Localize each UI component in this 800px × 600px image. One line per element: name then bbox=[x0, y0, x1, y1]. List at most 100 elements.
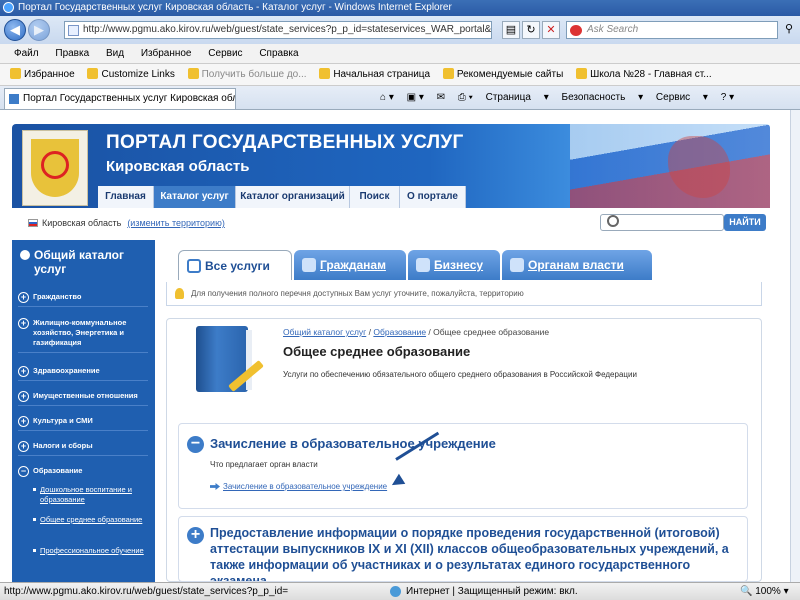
sidebar-item-culture[interactable]: + Культура и СМИ bbox=[18, 416, 148, 431]
site-subtitle: Кировская область bbox=[106, 158, 250, 175]
page-icon bbox=[9, 94, 19, 104]
browser-tab[interactable]: Портал Государственных услуг Кировская о… bbox=[4, 88, 236, 109]
find-button[interactable]: НАЙТИ bbox=[724, 214, 766, 231]
breadcrumb-catalog[interactable]: Общий каталог услуг bbox=[283, 327, 366, 337]
menu-help[interactable]: Справка bbox=[259, 48, 298, 59]
back-button[interactable]: ◀ bbox=[4, 19, 26, 41]
link-icon bbox=[442, 68, 454, 79]
forward-button[interactable]: ▶ bbox=[28, 19, 50, 41]
search-icon[interactable]: ⚲ bbox=[780, 21, 798, 39]
link-icon bbox=[87, 68, 99, 79]
region-name: Кировская область bbox=[42, 218, 122, 228]
sidebar-subitem-secondary[interactable]: Общее среднее образование bbox=[33, 515, 150, 525]
tab-business[interactable]: Бизнесу bbox=[408, 250, 500, 280]
bullet-icon bbox=[20, 250, 30, 260]
territory-hint: Для получения полного перечня доступных … bbox=[166, 282, 762, 306]
minus-icon: − bbox=[18, 466, 29, 477]
bullet-icon bbox=[33, 488, 36, 491]
link-recommended[interactable]: Рекомендуемые сайты bbox=[442, 68, 563, 80]
link-home[interactable]: Начальная страница bbox=[319, 68, 430, 80]
link-icon bbox=[187, 68, 199, 79]
plus-icon: + bbox=[18, 292, 29, 303]
tab-citizens[interactable]: Гражданам bbox=[294, 250, 406, 280]
command-bar: ⌂ ▾ ▣ ▾ ✉ ⎙ ▾ Страница ▾ Безопасность ▾ … bbox=[380, 86, 744, 110]
feeds-icon[interactable]: ▣ ▾ bbox=[407, 92, 424, 103]
address-bar[interactable]: http://www.pgmu.ako.kirov.ru/web/guest/s… bbox=[64, 21, 492, 39]
nav-search[interactable]: Поиск bbox=[350, 186, 400, 208]
expand-icon[interactable]: + bbox=[187, 527, 204, 544]
plus-icon: + bbox=[18, 318, 29, 329]
arrow-right-icon bbox=[210, 483, 220, 490]
page-description: Услуги по обеспечению обязательного обще… bbox=[283, 370, 637, 379]
menu-view[interactable]: Вид bbox=[106, 48, 124, 59]
sidebar-subitem-preschool[interactable]: Дошкольное воспитание и образование bbox=[33, 485, 150, 505]
tab-all-services[interactable]: Все услуги bbox=[178, 250, 292, 280]
sidebar-item-citizenship[interactable]: + Гражданство bbox=[18, 292, 148, 307]
link-more-addons[interactable]: Получить больше до... bbox=[187, 68, 307, 80]
site-title: ПОРТАЛ ГОСУДАРСТВЕННЫХ УСЛУГ bbox=[106, 132, 464, 153]
sidebar-subitem-vocational[interactable]: Профессиональное обучение bbox=[33, 546, 150, 556]
help-icon[interactable]: ? ▾ bbox=[721, 92, 734, 103]
favorites-bar: Избранное Customize Links Получить больш… bbox=[0, 64, 800, 86]
service-title[interactable]: Предоставление информации о порядке пров… bbox=[210, 525, 740, 581]
link-customize[interactable]: Customize Links bbox=[87, 68, 175, 80]
page-icon bbox=[68, 25, 79, 36]
chart-icon bbox=[416, 258, 430, 272]
security-menu[interactable]: Безопасность ▾ bbox=[562, 92, 644, 103]
breadcrumb-education[interactable]: Образование bbox=[373, 327, 426, 337]
tools-menu[interactable]: Сервис ▾ bbox=[656, 92, 708, 103]
sidebar-item-health[interactable]: + Здравоохранение bbox=[18, 366, 148, 381]
menu-file[interactable]: Файл bbox=[14, 48, 39, 59]
nav-service-catalog[interactable]: Каталог услуг bbox=[154, 186, 236, 208]
service-title[interactable]: Зачисление в образовательное учреждение bbox=[210, 436, 496, 451]
menu-favorites[interactable]: Избранное bbox=[141, 48, 192, 59]
compatibility-icon[interactable]: ▤ bbox=[502, 21, 520, 39]
collapse-icon[interactable]: − bbox=[187, 436, 204, 453]
bullet-icon bbox=[33, 518, 36, 521]
sidebar-title: Общий каталог услуг bbox=[20, 248, 148, 276]
window-title-bar: Портал Государственных услуг Кировская о… bbox=[0, 0, 800, 16]
catalog-sidebar: Общий каталог услуг + Гражданство + Жилищн… bbox=[12, 240, 155, 582]
change-region-link[interactable]: (изменить территорию) bbox=[127, 218, 225, 228]
status-url: http://www.pgmu.ako.kirov.ru/web/guest/s… bbox=[4, 586, 289, 597]
mail-icon[interactable]: ✉ bbox=[437, 92, 445, 103]
service-exam-info: + Предоставление информации о порядке пр… bbox=[178, 516, 748, 582]
breadcrumb: Общий каталог услуг / Образование / Обще… bbox=[283, 327, 550, 337]
bullet-icon bbox=[33, 549, 36, 552]
emblem-icon bbox=[510, 258, 524, 272]
sidebar-item-taxes[interactable]: + Налоги и сборы bbox=[18, 441, 148, 456]
ask-logo-icon bbox=[570, 25, 582, 36]
print-icon[interactable]: ⎙ ▾ bbox=[458, 92, 473, 103]
security-zone: Интернет | Защищенный режим: вкл. bbox=[390, 583, 578, 600]
region-selector: Кировская область (изменить территорию) bbox=[28, 218, 225, 228]
nav-home[interactable]: Главная bbox=[98, 186, 154, 208]
search-icon bbox=[607, 215, 619, 227]
menu-edit[interactable]: Правка bbox=[55, 48, 89, 59]
home-icon[interactable]: ⌂ ▾ bbox=[380, 92, 394, 103]
search-input[interactable]: Ask Search bbox=[566, 21, 778, 39]
sidebar-item-property[interactable]: + Имущественные отношения bbox=[18, 391, 148, 406]
stop-icon[interactable]: ✕ bbox=[542, 21, 560, 39]
favorites-button[interactable]: Избранное bbox=[10, 68, 75, 80]
tab-row: Портал Государственных услуг Кировская о… bbox=[0, 86, 800, 110]
service-offer-label: Что предлагает орган власти bbox=[210, 460, 318, 469]
audience-tabs: Все услуги Гражданам Бизнесу Органам вла… bbox=[166, 250, 768, 280]
sidebar-item-education[interactable]: − Образование bbox=[18, 466, 148, 480]
globe-icon bbox=[390, 586, 401, 597]
plus-icon: + bbox=[18, 416, 29, 427]
nav-about[interactable]: О портале bbox=[400, 186, 466, 208]
sidebar-item-housing[interactable]: + Жилищно-коммунальное хозяйство, Энергет… bbox=[18, 318, 148, 353]
refresh-icon[interactable]: ↻ bbox=[522, 21, 540, 39]
nav-org-catalog[interactable]: Каталог организаций bbox=[236, 186, 350, 208]
star-icon bbox=[10, 68, 21, 79]
page-scrollbar[interactable] bbox=[790, 110, 800, 582]
tab-authorities[interactable]: Органам власти bbox=[502, 250, 652, 280]
page-title: Общее среднее образование bbox=[283, 344, 471, 359]
link-icon bbox=[576, 68, 588, 79]
service-enrollment: − Зачисление в образовательное учреждени… bbox=[178, 423, 748, 509]
page-menu[interactable]: Страница ▾ bbox=[486, 92, 549, 103]
zoom-level[interactable]: 🔍 100% ▾ bbox=[740, 583, 789, 600]
link-school[interactable]: Школа №28 - Главная ст... bbox=[576, 68, 712, 80]
service-link[interactable]: Зачисление в образовательное учреждение bbox=[223, 482, 387, 491]
menu-tools[interactable]: Сервис bbox=[208, 48, 242, 59]
